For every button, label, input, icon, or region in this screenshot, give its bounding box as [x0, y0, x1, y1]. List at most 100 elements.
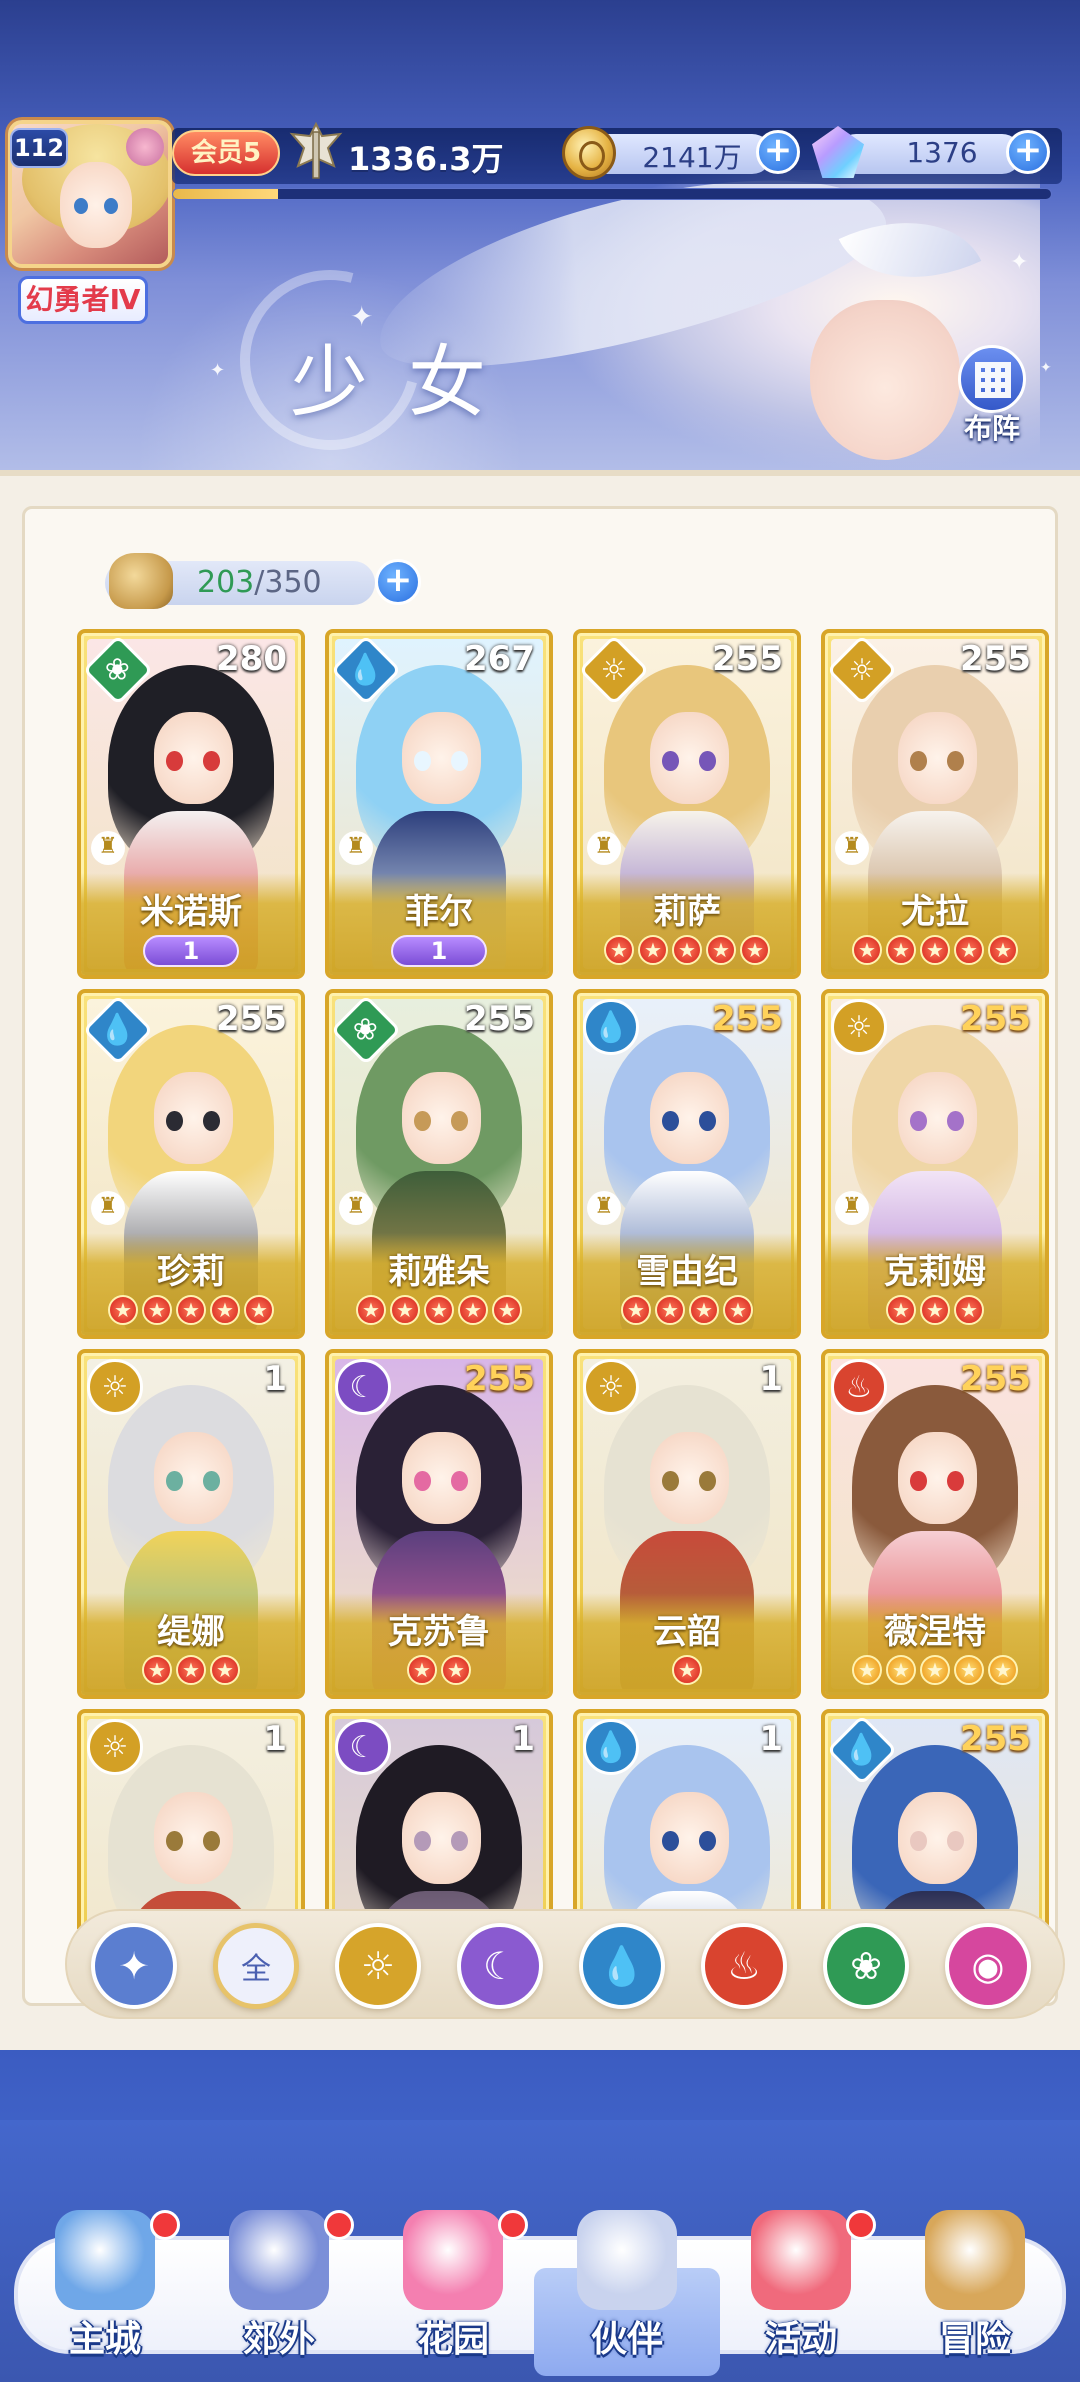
star-rating: 1	[329, 935, 549, 967]
character-level: 255	[960, 1719, 1031, 1759]
star-icon: ★	[176, 1655, 206, 1685]
character-card[interactable]: ☼ 255 ♜ 克莉姆 ★ ★ ★	[821, 989, 1049, 1339]
character-card[interactable]: ☼ 1 缇娜 ★ ★ ★	[77, 1349, 305, 1699]
element-glyph: ❀	[105, 652, 131, 688]
compass-icon	[925, 2210, 1025, 2310]
filter-water-button[interactable]: 💧	[579, 1923, 665, 2009]
portrait-eye	[662, 1831, 679, 1851]
element-glyph: ☼	[101, 1729, 129, 1765]
player-level-badge: 112	[10, 128, 68, 168]
star-rating: ★	[577, 1655, 797, 1685]
portrait-eye	[166, 1471, 183, 1491]
star-icon: ★	[176, 1295, 206, 1325]
character-list-panel: 203/350 + ❀ 280 ♜ 米诺斯 1 💧 267 ♜ 菲尔 1 ☼ 255 ♜ 莉萨 ★ ★ ★ ★ ★ ☼…	[0, 470, 1080, 2050]
capacity-indicator: 203/350 +	[85, 551, 421, 611]
nav-events[interactable]: 活动	[716, 2210, 886, 2370]
star-icon: ★	[210, 1655, 240, 1685]
nav-suburbs[interactable]: 郊外	[194, 2210, 364, 2370]
character-name: 薇涅特	[884, 1612, 986, 1652]
filter-wind-button[interactable]: ❀	[823, 1923, 909, 2009]
filter-special-button[interactable]: ✦	[91, 1923, 177, 2009]
star-icon: ★	[740, 935, 770, 965]
expand-capacity-button[interactable]: +	[375, 559, 421, 605]
character-card[interactable]: ♨ 255 薇涅特 ★ ★ ★ ★ ★	[821, 1349, 1049, 1699]
character-card[interactable]: 💧 267 ♜ 菲尔 1	[325, 629, 553, 979]
gold-resource: 2141万 +	[562, 126, 802, 180]
character-card[interactable]: ☼ 255 ♜ 莉萨 ★ ★ ★ ★ ★	[573, 629, 801, 979]
add-gem-button[interactable]: +	[1006, 130, 1050, 174]
nav-label: 郊外	[242, 2319, 315, 2360]
avatar-eye	[74, 198, 88, 214]
sparkle-icon: ✦	[210, 360, 226, 381]
character-card[interactable]: 💧 255 ♜ 雪由纪 ★ ★ ★ ★	[573, 989, 801, 1339]
role-chess-icon: ♜	[587, 831, 621, 865]
star-icon: ★	[142, 1295, 172, 1325]
dark-element-icon: ☾	[335, 1719, 391, 1775]
filter-light-button[interactable]: ☼	[335, 1923, 421, 2009]
nav-garden[interactable]: 花园	[368, 2210, 538, 2370]
character-card[interactable]: ☼ 255 ♜ 尤拉 ★ ★ ★ ★ ★	[821, 629, 1049, 979]
castle-icon	[55, 2210, 155, 2310]
character-level: 1	[511, 1719, 535, 1759]
nav-partners[interactable]: 伙伴	[534, 2210, 720, 2376]
portrait-eye	[699, 1831, 717, 1851]
element-glyph: ☾	[349, 1729, 377, 1765]
element-glyph: ☼	[597, 1369, 625, 1405]
star-icon: ★	[441, 1655, 471, 1685]
character-card[interactable]: ❀ 255 ♜ 莉雅朵 ★ ★ ★ ★ ★	[325, 989, 553, 1339]
character-card[interactable]: ☼ 1	[77, 1709, 305, 1929]
star-icon: ★	[689, 1295, 719, 1325]
character-name: 米诺斯	[140, 892, 242, 932]
avatar-face	[60, 162, 132, 248]
character-card[interactable]: 💧 255	[821, 1709, 1049, 1929]
filter-chaos-button[interactable]: ◉	[945, 1923, 1031, 2009]
character-card[interactable]: ☼ 1 云韶 ★	[573, 1349, 801, 1699]
portrait-eye	[414, 751, 431, 771]
notification-dot	[498, 2210, 528, 2240]
vip-badge[interactable]: 会员5	[172, 130, 280, 176]
portrait-eye	[203, 751, 221, 771]
capacity-current: 203	[197, 565, 255, 600]
portrait-eye	[203, 1471, 221, 1491]
character-name: 珍莉	[157, 1252, 225, 1292]
battle-power-value: 1336.3万	[348, 140, 504, 178]
character-card[interactable]: ☾ 1	[325, 1709, 553, 1929]
character-card[interactable]: 💧 255 ♜ 珍莉 ★ ★ ★ ★ ★	[77, 989, 305, 1339]
portrait-eye	[947, 1471, 965, 1491]
character-level: 255	[960, 999, 1031, 1039]
role-chess-icon: ♜	[835, 831, 869, 865]
nav-adventure[interactable]: 冒险	[890, 2210, 1060, 2370]
character-card[interactable]: 💧 1	[573, 1709, 801, 1929]
character-card[interactable]: ❀ 280 ♜ 米诺斯 1	[77, 629, 305, 979]
portrait-eye	[910, 1831, 927, 1851]
flower-icon	[126, 128, 164, 166]
filter-dark-button[interactable]: ☾	[457, 1923, 543, 2009]
lineup-button[interactable]: 布阵	[948, 345, 1036, 445]
star-icon: ★	[604, 935, 634, 965]
star-icon: ★	[886, 1655, 916, 1685]
character-grid: ❀ 280 ♜ 米诺斯 1 💧 267 ♜ 菲尔 1 ☼ 255 ♜ 莉萨 ★ ★ ★ ★ ★ ☼ 255 ♜ 尤拉 ★ ★ ★ ★…	[77, 629, 1057, 1929]
light-element-icon: ☼	[583, 1359, 639, 1415]
portrait-eye	[414, 1831, 431, 1851]
add-gold-button[interactable]: +	[756, 130, 800, 174]
star-rating: ★ ★ ★ ★ ★	[825, 1655, 1045, 1685]
avatar-eye	[104, 198, 118, 214]
star-icon: ★	[210, 1295, 240, 1325]
character-level: 1	[263, 1719, 287, 1759]
portrait-eye	[947, 1831, 965, 1851]
star-icon: ★	[852, 935, 882, 965]
nav-main-city[interactable]: 主城	[20, 2210, 190, 2370]
portrait-eye	[662, 1471, 679, 1491]
exp-progress-fill	[173, 189, 279, 199]
star-rating: ★ ★ ★ ★ ★	[825, 935, 1045, 965]
portrait-eye	[699, 1471, 717, 1491]
water-element-icon: 💧	[583, 1719, 639, 1775]
filter-fire-button[interactable]: ♨	[701, 1923, 787, 2009]
star-icon: ★	[142, 1655, 172, 1685]
character-card[interactable]: ☾ 255 克苏鲁 ★ ★	[325, 1349, 553, 1699]
character-name: 克莉姆	[884, 1252, 986, 1292]
star-icon: ★	[492, 1295, 522, 1325]
filter-all-button[interactable]: 全	[213, 1923, 299, 2009]
star-icon: ★	[886, 1295, 916, 1325]
portrait-eye	[414, 1111, 431, 1131]
